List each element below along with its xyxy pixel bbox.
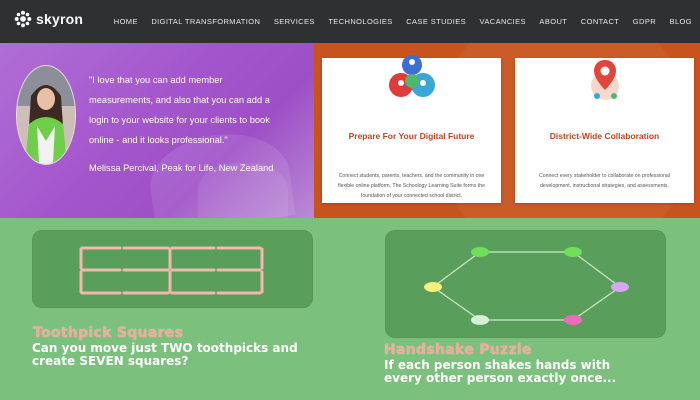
- nav-about[interactable]: ABOUT: [539, 17, 567, 26]
- feature-card: District-Wide Collaboration Connect ever…: [515, 58, 694, 203]
- person-photo: [17, 66, 75, 164]
- brand-name: skyron: [36, 11, 84, 27]
- feature-card: Prepare For Your Digital Future Connect …: [322, 55, 501, 203]
- nav-digital-transformation[interactable]: DIGITAL TRANSFORMATION: [151, 17, 260, 26]
- skyron-logo-icon: [14, 10, 32, 28]
- toothpick-board[interactable]: [32, 230, 313, 308]
- feature-card-body: Connect students, parents, teachers, and…: [338, 173, 485, 199]
- testimonial-author: Melissa Percival, Peak for Life, New Zea…: [89, 163, 274, 173]
- puzzle-description: Can you move just TWO toothpicks and cre…: [32, 341, 298, 368]
- nav-home[interactable]: HOME: [114, 17, 138, 26]
- nav-vacancies[interactable]: VACANCIES: [480, 17, 526, 26]
- puzzles-section: Toothpick Squares Can you move just TWO …: [0, 218, 700, 400]
- nav-services[interactable]: SERVICES: [274, 17, 315, 26]
- puzzle-title: Toothpick Squares: [33, 325, 184, 341]
- testimonial-panel: "I love that you can add member measurem…: [0, 43, 314, 218]
- puzzle-title: Handshake Puzzle: [384, 342, 532, 358]
- top-navbar: skyron HOME DIGITAL TRANSFORMATION SERVI…: [0, 0, 700, 43]
- nav-gdpr[interactable]: GDPR: [633, 17, 656, 26]
- nav-technologies[interactable]: TECHNOLOGIES: [328, 17, 392, 26]
- feature-card-body: Connect every stakeholder to collaborate…: [539, 173, 670, 189]
- features-section: Prepare For Your Digital Future Connect …: [314, 43, 700, 218]
- nav-case-studies[interactable]: CASE STUDIES: [406, 17, 466, 26]
- main-menu: HOME DIGITAL TRANSFORMATION SERVICES TEC…: [114, 0, 700, 43]
- people-network-icon: [388, 55, 435, 97]
- handshake-graph-icon: [424, 247, 629, 325]
- map-pin-icon: [590, 60, 619, 100]
- feature-card-title: District-Wide Collaboration: [549, 131, 660, 141]
- handshake-board[interactable]: [385, 230, 666, 338]
- logo[interactable]: skyron: [14, 10, 83, 28]
- nav-blog[interactable]: BLOG: [670, 17, 692, 26]
- testimonial-quote: "I love that you can add member measurem…: [89, 75, 270, 145]
- nav-contact[interactable]: CONTACT: [581, 17, 620, 26]
- puzzle-description: If each person shakes hands with every o…: [384, 358, 617, 385]
- toothpick-grid-icon: [79, 246, 264, 295]
- feature-card-title: Prepare For Your Digital Future: [348, 131, 475, 141]
- avatar: [16, 65, 76, 165]
